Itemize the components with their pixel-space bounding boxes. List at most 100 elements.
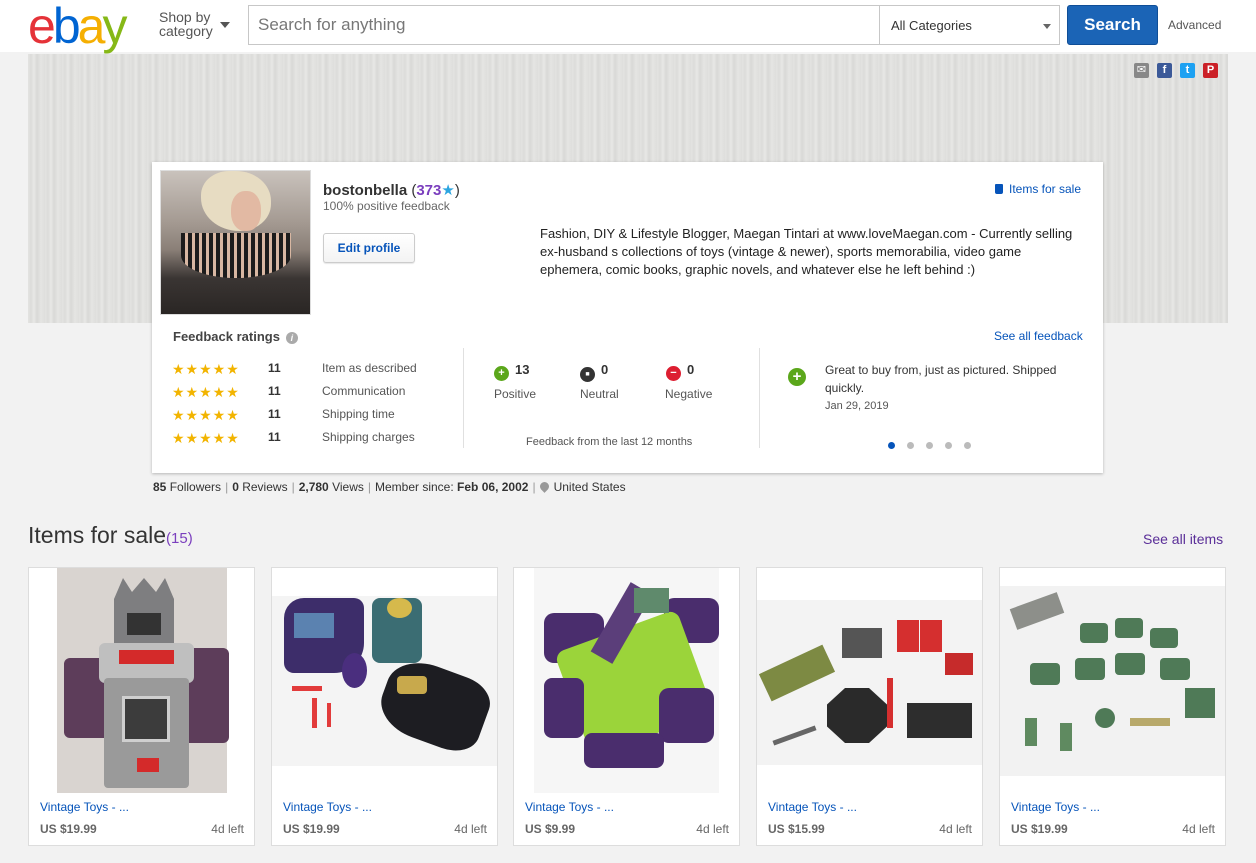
item-title[interactable]: Vintage Toys - ... [1011, 800, 1100, 814]
negative-icon: − [666, 366, 681, 381]
item-price: US $19.99 [1011, 822, 1068, 836]
item-card[interactable]: Vintage Toys - ... US $19.99 4d left [271, 567, 498, 846]
carousel-dot[interactable] [964, 442, 971, 449]
username[interactable]: bostonbella (373★) [323, 181, 460, 199]
profile-bio: Fashion, DIY & Lifestyle Blogger, Maegan… [540, 226, 1073, 277]
search-button[interactable]: Search [1067, 5, 1158, 45]
carousel-dot[interactable] [907, 442, 914, 449]
stars-icon: ★★★★★ [172, 361, 240, 377]
facebook-icon[interactable]: f [1157, 63, 1172, 78]
item-title[interactable]: Vintage Toys - ... [768, 800, 857, 814]
item-price: US $19.99 [40, 822, 97, 836]
views-label: Views [332, 480, 364, 494]
ebay-logo[interactable]: ebay [28, 0, 127, 54]
feedback-comment: Great to buy from, just as pictured. Shi… [825, 363, 1057, 395]
item-image[interactable] [514, 568, 739, 793]
score-open: ( [407, 182, 417, 199]
item-title[interactable]: Vintage Toys - ... [283, 800, 372, 814]
twitter-icon[interactable]: t [1180, 63, 1195, 78]
category-select[interactable]: All Categories [879, 5, 1060, 45]
feedback-ratings-title: Feedback ratings i [173, 329, 298, 344]
separator: | [532, 480, 536, 494]
username-text[interactable]: bostonbella [323, 182, 407, 199]
item-time-left: 4d left [939, 822, 972, 836]
neutral-count[interactable]: ■ 0 [580, 362, 608, 382]
see-all-feedback-link[interactable]: See all feedback [994, 329, 1083, 343]
item-image[interactable] [29, 568, 254, 793]
item-price: US $9.99 [525, 822, 576, 836]
positive-label: Positive [494, 387, 537, 401]
item-title[interactable]: Vintage Toys - ... [40, 800, 129, 814]
feedback-period: Feedback from the last 12 months [526, 436, 693, 448]
items-for-sale-label: Items for sale [1009, 182, 1082, 196]
followers-count[interactable]: 85 [153, 480, 166, 494]
item-image[interactable] [757, 568, 982, 793]
item-card[interactable]: Vintage Toys - ... US $19.99 4d left [28, 567, 255, 846]
items-for-sale-link[interactable]: Items for sale [995, 182, 1081, 196]
avatar[interactable] [160, 170, 311, 315]
item-time-left: 4d left [696, 822, 729, 836]
info-icon[interactable]: i [285, 332, 298, 344]
rating-label: Shipping charges [322, 430, 415, 444]
separator: | [225, 480, 229, 494]
edit-profile-button[interactable]: Edit profile [323, 233, 415, 263]
rating-count: 11 [268, 361, 281, 375]
reviews-label[interactable]: Reviews [242, 480, 287, 494]
score-close: ) [454, 182, 460, 199]
item-price: US $15.99 [768, 822, 825, 836]
stars-icon: ★★★★★ [172, 384, 240, 400]
item-time-left: 4d left [454, 822, 487, 836]
negative-count[interactable]: −0 [666, 362, 694, 381]
profile-card: bostonbella (373★) 100% positive feedbac… [152, 162, 1103, 473]
shop-by-label: Shop by [159, 9, 211, 25]
rating-label: Shipping time [322, 407, 395, 421]
shop-by-category-button[interactable]: Shop by category [159, 9, 230, 39]
see-all-items-link[interactable]: See all items [1143, 531, 1223, 547]
email-icon[interactable]: ✉ [1134, 63, 1149, 78]
rating-label: Item as described [322, 361, 417, 375]
rating-count: 11 [268, 407, 281, 421]
divider [463, 348, 464, 448]
advanced-search-link[interactable]: Advanced [1168, 18, 1221, 32]
item-price: US $19.99 [283, 822, 340, 836]
avatar-face [231, 191, 261, 231]
logo-letter: b [52, 0, 81, 54]
items-for-sale-heading: Items for sale(15) [28, 522, 193, 549]
rating-label: Communication [322, 384, 406, 398]
carousel-dot[interactable] [945, 442, 952, 449]
positive-icon: + [494, 366, 509, 381]
member-since-date: Feb 06, 2002 [457, 480, 529, 494]
followers-label[interactable]: Followers [170, 480, 221, 494]
item-image[interactable] [1000, 568, 1225, 793]
category-select-value: All Categories [891, 18, 972, 33]
chevron-down-icon [220, 22, 230, 28]
neutral-icon: ■ [580, 367, 595, 382]
separator: | [367, 480, 371, 494]
search-input[interactable] [248, 5, 880, 45]
feedback-comment-date: Jan 29, 2019 [825, 400, 889, 412]
rating-count: 11 [268, 430, 281, 444]
pinterest-icon[interactable]: P [1203, 63, 1218, 78]
item-image[interactable] [272, 568, 497, 793]
carousel-dot[interactable] [926, 442, 933, 449]
feedback-score[interactable]: 373 [416, 182, 441, 199]
neutral-label: Neutral [580, 387, 619, 401]
logo-letter: e [28, 0, 56, 54]
carousel-dot[interactable] [888, 442, 895, 449]
avatar-necklace [181, 233, 291, 278]
shopping-bag-icon [995, 184, 1003, 194]
feedback-ratings-label: Feedback ratings [173, 329, 280, 344]
item-card[interactable]: Vintage Toys - ... US $15.99 4d left [756, 567, 983, 846]
item-card[interactable]: Vintage Toys - ... US $19.99 4d left [999, 567, 1226, 846]
item-card[interactable]: Vintage Toys - ... US $9.99 4d left [513, 567, 740, 846]
item-time-left: 4d left [211, 822, 244, 836]
carousel-dots [888, 436, 983, 454]
category-label: category [159, 23, 213, 39]
item-time-left: 4d left [1182, 822, 1215, 836]
reviews-count[interactable]: 0 [232, 480, 239, 494]
separator: | [291, 480, 295, 494]
stars-icon: ★★★★★ [172, 407, 240, 423]
profile-stats: 85 Followers | 0 Reviews | 2,780 Views | Membe… [153, 480, 626, 494]
item-title[interactable]: Vintage Toys - ... [525, 800, 614, 814]
positive-count[interactable]: +13 [494, 362, 529, 381]
